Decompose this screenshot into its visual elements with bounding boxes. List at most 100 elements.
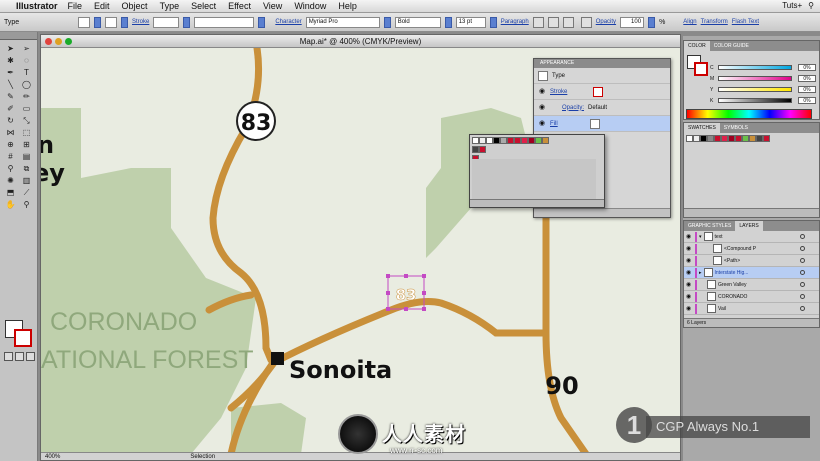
layer-row[interactable]: ◉ <Path> (684, 255, 819, 267)
menu-type[interactable]: Type (160, 1, 180, 11)
fill-swatch[interactable] (78, 16, 90, 28)
recolor-artwork-button[interactable] (580, 16, 592, 28)
selection-handle[interactable] (404, 307, 408, 311)
swatch[interactable] (528, 137, 535, 144)
swatch[interactable] (707, 135, 714, 142)
visibility-eye-icon[interactable]: ◉ (538, 120, 546, 128)
swatch[interactable] (472, 146, 479, 153)
font-size-dropdown[interactable] (489, 16, 497, 28)
layer-row[interactable]: ◉ CORONADO (684, 291, 819, 303)
menu-help[interactable]: Help (338, 1, 357, 11)
font-style-dropdown[interactable] (444, 16, 452, 28)
layer-row[interactable]: ◉ Green Valley (684, 279, 819, 291)
flash-text-link[interactable]: Flash Text (732, 19, 759, 25)
layer-name[interactable]: CORONADO (718, 294, 747, 300)
tab-color[interactable]: COLOR (684, 41, 710, 51)
appearance-fill-row[interactable]: ◉ Fill (534, 116, 670, 132)
type-tool-icon[interactable]: T (19, 67, 34, 78)
fill-dropdown[interactable] (94, 16, 101, 28)
appearance-stroke-label[interactable]: Stroke (550, 89, 567, 95)
layer-row[interactable]: ◉ <Compound P (684, 243, 819, 255)
stroke-none-swatch[interactable] (593, 86, 604, 97)
color-fill-stroke[interactable] (687, 55, 709, 77)
user-menu[interactable]: Tuts+ (782, 1, 802, 10)
selection-handle[interactable] (422, 274, 426, 278)
tab-color-guide[interactable]: COLOR GUIDE (710, 41, 753, 51)
layer-row[interactable]: ◉ ▾ text (684, 231, 819, 243)
target-circle-icon[interactable] (800, 294, 805, 299)
align-link[interactable]: Align (683, 19, 696, 25)
transform-link[interactable]: Transform (701, 19, 728, 25)
menu-edit[interactable]: Edit (94, 1, 110, 11)
opacity-field[interactable]: 100 (620, 16, 645, 28)
character-link[interactable]: Character (275, 19, 301, 25)
pen-tool-icon[interactable]: ✒ (3, 67, 18, 78)
channel-c-slider[interactable] (718, 65, 792, 70)
channel-m-slider[interactable] (718, 76, 792, 81)
fill-stroke-control[interactable] (5, 320, 33, 348)
swatch-none[interactable] (472, 137, 479, 144)
font-size-field[interactable]: 13 pt (455, 16, 486, 28)
menu-window[interactable]: Window (294, 1, 326, 11)
fill-swatch[interactable] (589, 118, 600, 129)
target-circle-icon[interactable] (800, 282, 805, 287)
swatch[interactable] (493, 137, 500, 144)
zoom-window-button[interactable] (65, 38, 72, 45)
color-stroke-swatch[interactable] (694, 62, 708, 76)
swatch[interactable] (521, 137, 528, 144)
layer-name[interactable]: <Compound P (724, 246, 756, 252)
align-right-button[interactable] (562, 16, 574, 28)
stroke-weight-field[interactable] (153, 16, 180, 28)
swatch[interactable] (742, 135, 749, 142)
none-mode-button[interactable] (26, 352, 35, 361)
swatch[interactable] (700, 135, 707, 142)
mesh-tool-icon[interactable]: # (3, 151, 18, 162)
selection-handle[interactable] (422, 307, 426, 311)
selection-handle[interactable] (386, 291, 390, 295)
font-family-field[interactable]: Myriad Pro (305, 16, 380, 28)
symbol-sprayer-tool-icon[interactable]: ✺ (3, 175, 18, 186)
selected-route-label[interactable]: 83 (395, 286, 417, 305)
visibility-eye-icon[interactable]: ◉ (686, 245, 693, 252)
appearance-fill-label[interactable]: Fill (550, 121, 558, 127)
expand-arrow-icon[interactable]: ▾ (699, 234, 702, 240)
gradient-tool-icon[interactable]: ▤ (19, 151, 34, 162)
visibility-eye-icon[interactable]: ◉ (686, 293, 693, 300)
visibility-eye-icon[interactable]: ◉ (686, 233, 693, 240)
swatch[interactable] (535, 137, 542, 144)
stroke-dropdown[interactable] (121, 16, 128, 28)
opacity-link[interactable]: Opacity (596, 19, 616, 25)
appearance-opacity-row[interactable]: ◉ Opacity: Default (534, 100, 670, 116)
target-circle-icon[interactable] (800, 234, 805, 239)
font-style-field[interactable]: Bold (394, 16, 441, 28)
variable-width-dropdown[interactable] (258, 16, 266, 28)
tab-layers[interactable]: LAYERS (735, 221, 763, 231)
channel-m-value[interactable]: 0% (798, 75, 816, 82)
swatch[interactable] (486, 137, 493, 144)
scale-tool-icon[interactable]: ⤡ (19, 115, 34, 126)
visibility-eye-icon[interactable]: ◉ (538, 88, 546, 96)
slice-tool-icon[interactable]: ⟋ (19, 187, 34, 198)
swatch[interactable] (721, 135, 728, 142)
layer-name[interactable]: Vail (718, 306, 726, 312)
channel-k-value[interactable]: 0% (798, 97, 816, 104)
lasso-tool-icon[interactable]: ◌ (19, 55, 34, 66)
selection-handle[interactable] (386, 307, 390, 311)
visibility-eye-icon[interactable]: ◉ (686, 305, 693, 312)
stroke-weight-dropdown[interactable] (183, 16, 191, 28)
layer-row-selected[interactable]: ◉ ▸ Interstate Hig... (684, 267, 819, 279)
visibility-eye-icon[interactable]: ◉ (686, 281, 693, 288)
eyedropper-tool-icon[interactable]: ⚲ (3, 163, 18, 174)
channel-k-slider[interactable] (718, 98, 792, 103)
blob-brush-tool-icon[interactable]: ✐ (3, 103, 18, 114)
ellipse-tool-icon[interactable]: ◯ (19, 79, 34, 90)
align-center-button[interactable] (547, 16, 559, 28)
font-family-dropdown[interactable] (383, 16, 391, 28)
layer-row[interactable]: ◉ Vail (684, 303, 819, 315)
menu-file[interactable]: File (68, 1, 83, 11)
tab-symbols[interactable]: SYMBOLS (720, 123, 752, 133)
swatch[interactable] (507, 137, 514, 144)
paintbrush-tool-icon[interactable]: ✎ (3, 91, 18, 102)
channel-y-slider[interactable] (718, 87, 792, 92)
eraser-tool-icon[interactable]: ▭ (19, 103, 34, 114)
